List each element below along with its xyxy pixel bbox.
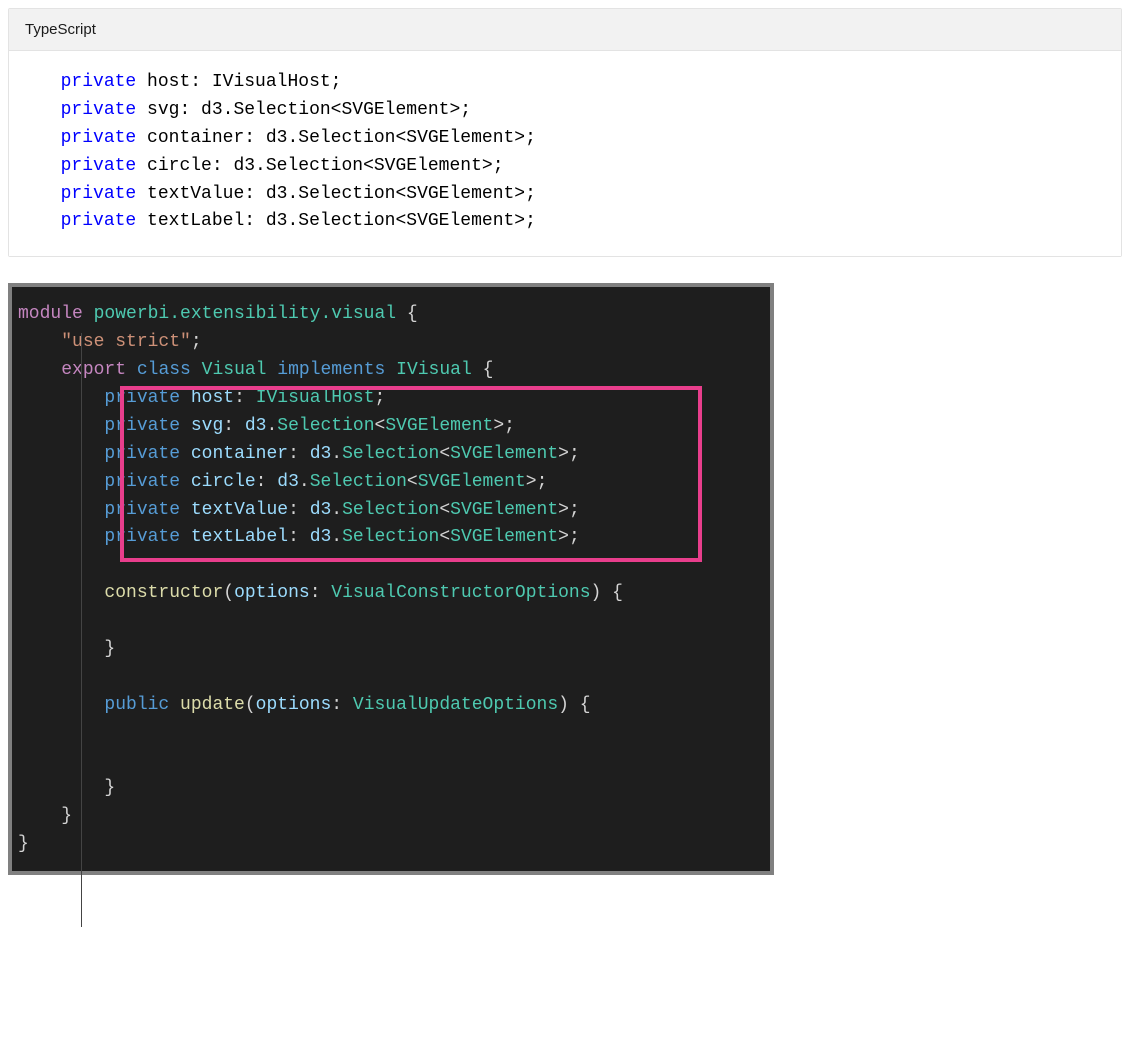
code-line — [14, 608, 768, 636]
code-line: } — [14, 636, 768, 664]
code-line: private host: IVisualHost; — [14, 385, 768, 413]
code-block-light[interactable]: private host: IVisualHost; private svg: … — [9, 51, 1121, 256]
code-language-label: TypeScript — [9, 9, 1121, 51]
code-line: private host: IVisualHost; — [39, 69, 1113, 97]
code-line: } — [14, 803, 768, 831]
code-line: } — [14, 775, 768, 803]
code-line — [14, 552, 768, 580]
code-line: module powerbi.extensibility.visual { — [14, 301, 768, 329]
code-line: private container: d3.Selection<SVGEleme… — [39, 125, 1113, 153]
code-line: private textLabel: d3.Selection<SVGEleme… — [39, 208, 1113, 236]
code-line: private circle: d3.Selection<SVGElement>… — [39, 153, 1113, 181]
code-line: private container: d3.Selection<SVGEleme… — [14, 441, 768, 469]
code-line: private svg: d3.Selection<SVGElement>; — [39, 97, 1113, 125]
code-line: private circle: d3.Selection<SVGElement>… — [14, 469, 768, 497]
editor-screenshot: module powerbi.extensibility.visual { "u… — [8, 283, 774, 875]
code-panel-light: TypeScript private host: IVisualHost; pr… — [8, 8, 1122, 257]
code-line: private svg: d3.Selection<SVGElement>; — [14, 413, 768, 441]
code-line: constructor(options: VisualConstructorOp… — [14, 580, 768, 608]
code-line: export class Visual implements IVisual { — [14, 357, 768, 385]
code-line: private textValue: d3.Selection<SVGEleme… — [14, 497, 768, 525]
code-line — [14, 664, 768, 692]
code-line: } — [14, 831, 768, 859]
code-line: private textValue: d3.Selection<SVGEleme… — [39, 181, 1113, 209]
code-line — [14, 720, 768, 748]
indent-guide — [81, 333, 82, 927]
code-line — [14, 748, 768, 776]
code-line: "use strict"; — [14, 329, 768, 357]
editor-code-dark: module powerbi.extensibility.visual { "u… — [12, 287, 770, 871]
code-line: public update(options: VisualUpdateOptio… — [14, 692, 768, 720]
code-line: private textLabel: d3.Selection<SVGEleme… — [14, 524, 768, 552]
